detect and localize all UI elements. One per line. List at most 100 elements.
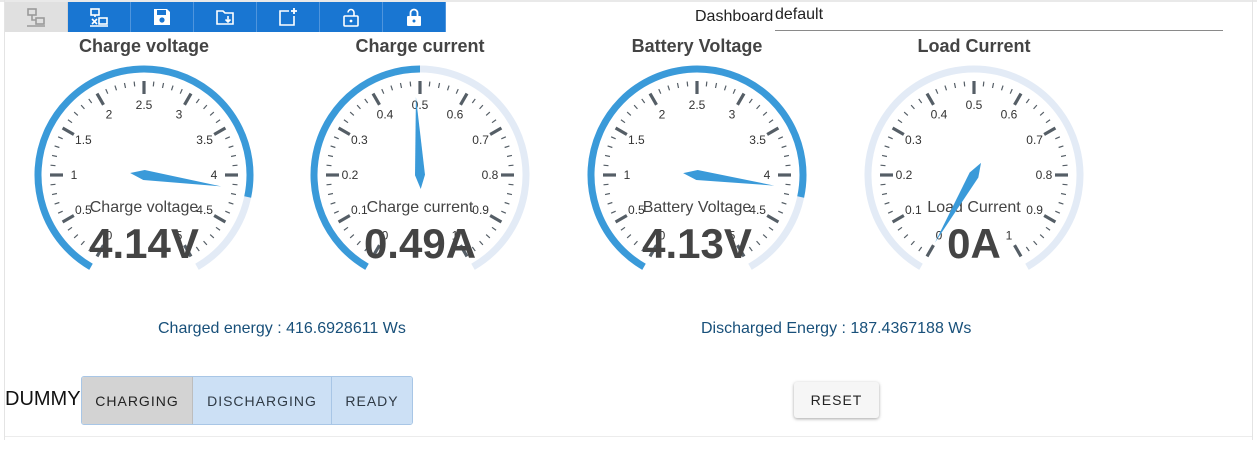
gauge-minor-tick	[1060, 154, 1067, 158]
lock-button[interactable]	[383, 2, 446, 32]
gauge-minor-tick	[884, 201, 890, 205]
save-button[interactable]	[131, 2, 194, 32]
mode-toggle-group: CHARGING DISCHARGING READY	[81, 376, 413, 425]
gauge-minor-tick	[918, 98, 923, 104]
add-widget-icon	[279, 8, 297, 26]
gauge-minor-tick	[179, 88, 183, 94]
gauge-minor-tick	[935, 88, 939, 94]
mode-discharging-button[interactable]: DISCHARGING	[193, 377, 332, 424]
gauge-major-tick	[489, 214, 503, 224]
gauge-minor-tick	[232, 164, 238, 167]
gauge-minor-tick	[349, 111, 355, 116]
gauge-tick-label: 2.5	[689, 98, 706, 112]
connect-button[interactable]	[5, 2, 68, 32]
gauge-minor-tick	[51, 154, 58, 158]
gauge-minor-tick	[1009, 88, 1013, 94]
dashboard-label: Dashboard	[695, 8, 774, 25]
gauge-minor-tick	[326, 183, 332, 186]
gauge-minor-tick	[209, 234, 215, 239]
gauge-dial: 00.10.20.30.40.50.60.70.80.91Charge curr…	[310, 65, 530, 270]
gauge-minor-tick	[333, 210, 339, 214]
add-widget-button[interactable]	[257, 2, 320, 32]
gauge-minor-tick	[887, 210, 893, 214]
mode-ready-button[interactable]: READY	[332, 377, 412, 424]
gauge-tick-label: 2.5	[136, 98, 153, 112]
gauge-minor-tick	[1045, 226, 1051, 231]
dashboard-name-input[interactable]	[775, 4, 1223, 31]
gauge-tick-label: 0.4	[931, 107, 948, 121]
gauge-minor-tick	[953, 82, 957, 89]
gauge-major-tick	[61, 214, 75, 224]
gauge-minor-tick	[607, 145, 613, 149]
gauge-minor-tick	[485, 111, 491, 116]
gauge-minor-tick	[884, 145, 890, 149]
gauge-minor-tick	[1058, 201, 1064, 205]
gauge-minor-tick	[686, 81, 689, 87]
window-left-border	[4, 0, 5, 440]
gauge-major-tick	[736, 92, 746, 106]
gauge-minor-tick	[881, 192, 888, 196]
gauge-minor-tick	[114, 85, 118, 91]
gauge-minor-tick	[778, 136, 784, 140]
gauge-dial: 00.511.522.533.544.55Charge voltage4.14V	[34, 65, 254, 270]
gauge-minor-tick	[607, 201, 613, 205]
gauge-title: Load Current	[917, 36, 1031, 56]
gauge-minor-tick	[501, 136, 507, 140]
gauge-major-tick	[1013, 244, 1023, 258]
reset-button[interactable]: RESET	[794, 382, 879, 418]
mode-charging-button[interactable]: CHARGING	[82, 377, 193, 424]
gauge-major-tick	[925, 244, 935, 258]
gauge-minor-tick	[633, 104, 638, 110]
gauge-minor-tick	[364, 98, 369, 104]
gauge-minor-tick	[399, 82, 403, 89]
gauge-minor-tick	[880, 183, 886, 186]
gauge-minor-tick	[887, 136, 893, 140]
gauge-minor-tick	[508, 183, 514, 186]
gauge-minor-tick	[897, 119, 903, 124]
gauge-minor-tick	[54, 145, 60, 149]
gauge-minor-tick	[232, 183, 238, 186]
gauge-tick-label: 4	[764, 168, 771, 182]
gauge-minor-tick	[748, 98, 753, 104]
gauge-minor-tick	[54, 201, 60, 205]
gauge-tick-label: 3.5	[749, 133, 766, 147]
gauge-minor-tick	[73, 111, 79, 116]
gauge-minor-tick	[910, 240, 915, 246]
gauge-minor-tick	[228, 145, 234, 149]
gauge-tick-label: 0.7	[1026, 133, 1043, 147]
gauge-center-label: Battery Voltage	[643, 199, 752, 216]
disconnect-button[interactable]	[68, 2, 131, 32]
gauge-needle	[130, 170, 222, 187]
gauge-minor-tick	[327, 192, 334, 196]
discharged-energy-text: Discharged Energy : 187.4367188 Ws	[701, 320, 972, 337]
gauge-tick-label: 0.3	[351, 133, 368, 147]
unlock-button[interactable]	[320, 2, 383, 32]
gauge-minor-tick	[785, 164, 791, 167]
gauge-minor-tick	[80, 240, 85, 246]
load-button[interactable]	[194, 2, 257, 32]
gauge-center-label: Load Current	[927, 199, 1021, 216]
gauge-minor-tick	[327, 154, 334, 158]
gauge-minor-tick	[762, 111, 768, 116]
gauge-value-text: 4.14V	[89, 220, 199, 267]
gauge-minor-tick	[428, 81, 431, 87]
gauge-dial: 00.10.20.30.40.50.60.70.80.91Load Curren…	[864, 65, 1084, 270]
gauge-minor-tick	[105, 88, 109, 94]
gauge-minor-tick	[897, 226, 903, 231]
gauge-minor-tick	[783, 192, 790, 196]
gauge-minor-tick	[67, 226, 73, 231]
gauge-minor-tick	[479, 240, 484, 246]
gauge-major-tick	[766, 214, 780, 224]
gauge-minor-tick	[50, 183, 56, 186]
lock-open-icon	[343, 8, 359, 27]
gauge-tick-label: 0.9	[472, 203, 489, 217]
gauge-tick-label: 3	[729, 107, 736, 121]
gauge-major-tick	[1013, 92, 1023, 106]
gauge-needle	[683, 170, 775, 186]
gauge-major-tick	[337, 214, 351, 224]
gauge-minor-tick	[1025, 246, 1030, 252]
gauge-minor-tick	[1058, 145, 1064, 149]
gauge-minor-tick	[918, 246, 923, 252]
gauge-minor-tick	[1025, 98, 1030, 104]
gauge-major-tick	[1043, 126, 1057, 136]
